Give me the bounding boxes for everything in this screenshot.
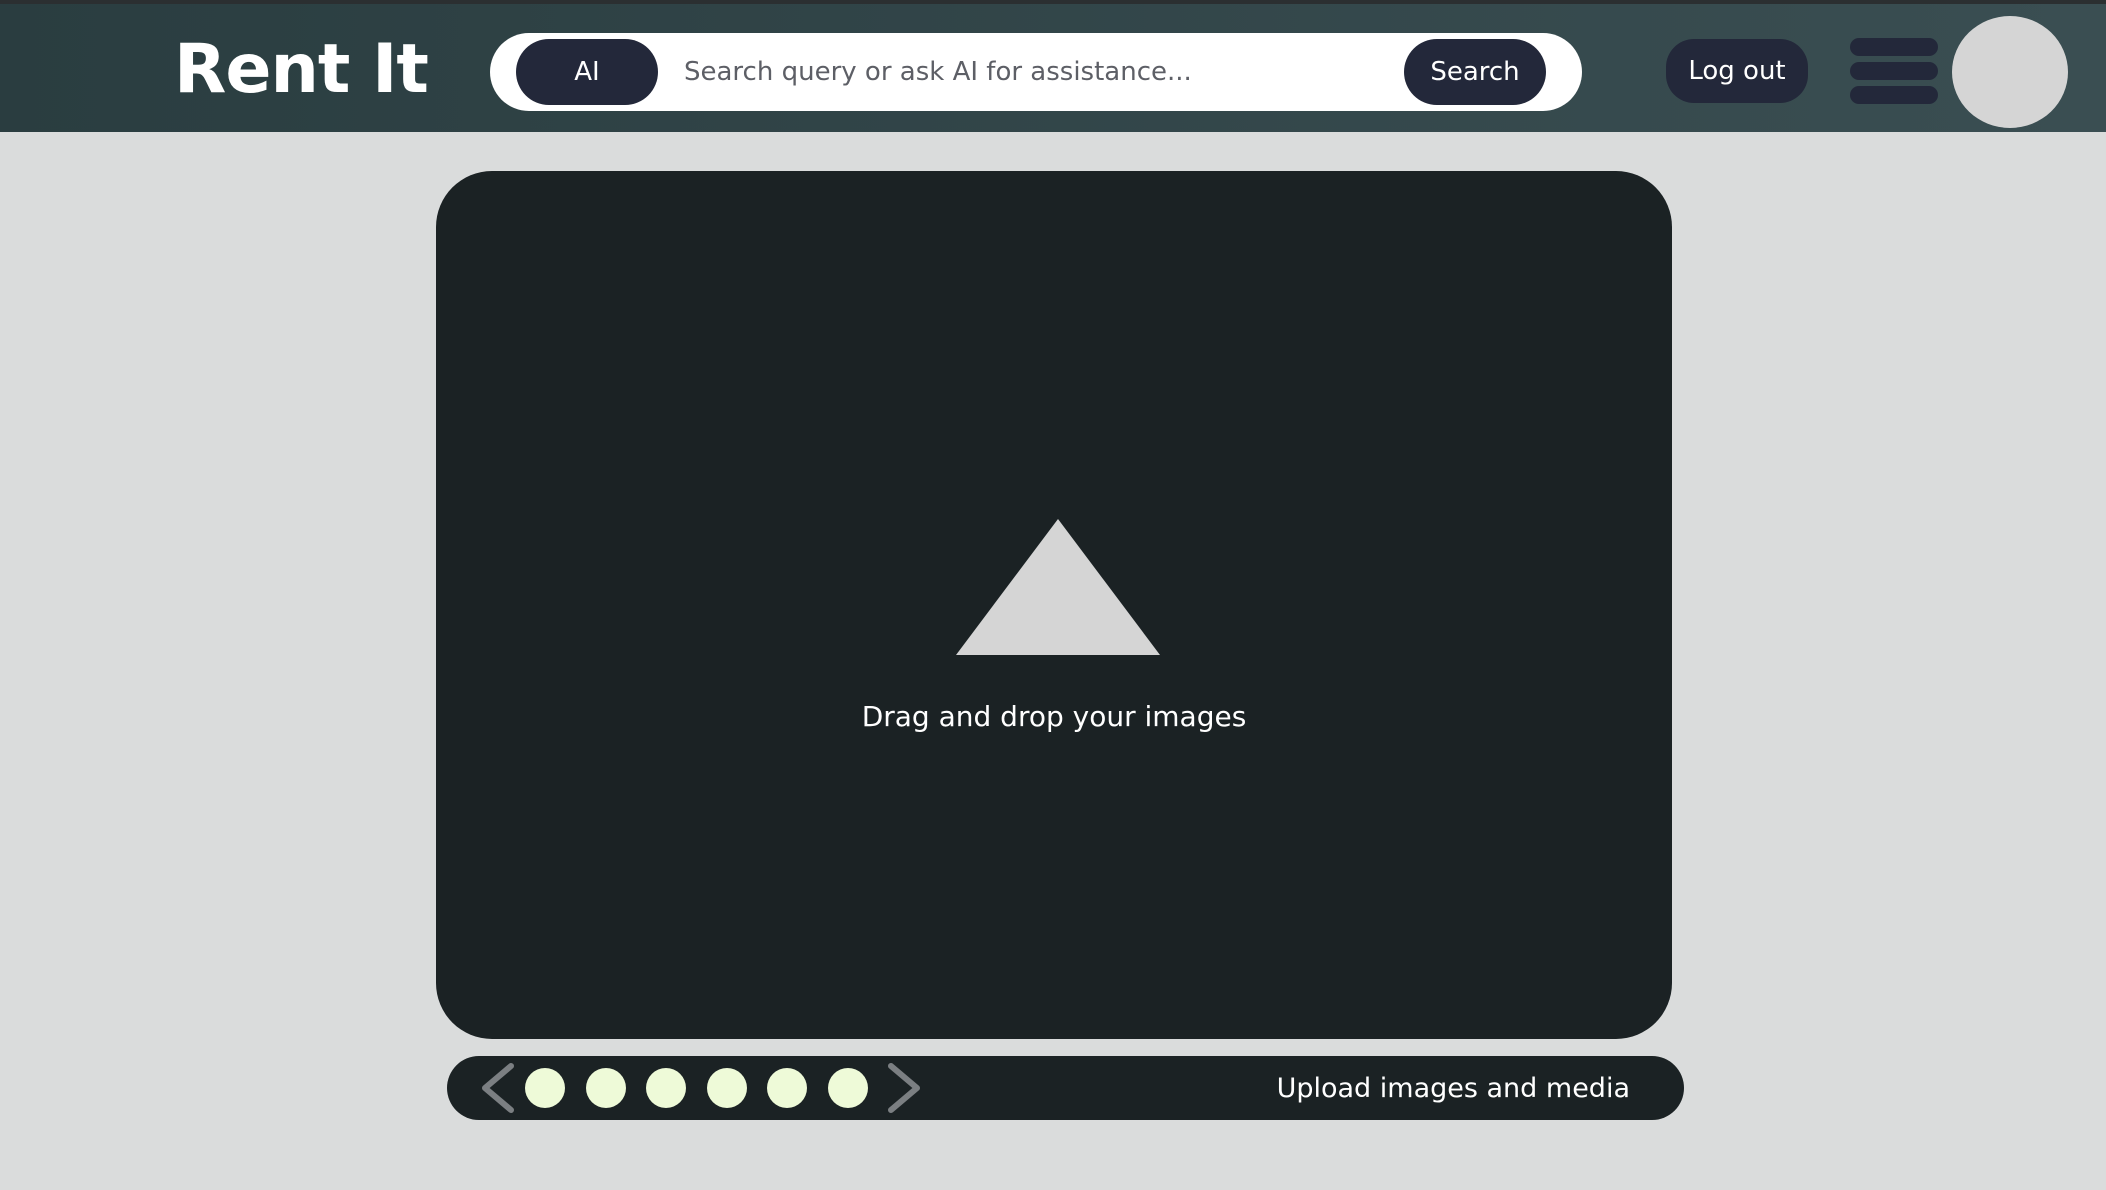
menu-line [1850, 62, 1938, 80]
carousel-dot[interactable] [827, 1068, 868, 1108]
ai-toggle-button[interactable]: AI [516, 39, 658, 105]
search-bar: AI Search [490, 33, 1582, 111]
menu-line [1850, 86, 1938, 104]
logout-button[interactable]: Log out [1666, 39, 1808, 103]
search-input[interactable] [684, 41, 1384, 103]
chevron-left-icon[interactable] [479, 1062, 519, 1114]
top-navigation-bar: Rent It AI Search Log out [0, 0, 2106, 132]
upload-media-button[interactable]: Upload images and media [1277, 1056, 1630, 1120]
search-button[interactable]: Search [1404, 39, 1546, 105]
upload-triangle-icon [956, 519, 1160, 655]
carousel-dot[interactable] [585, 1068, 626, 1108]
dropzone-label: Drag and drop your images [861, 700, 1247, 733]
carousel-dot[interactable] [767, 1068, 807, 1108]
hamburger-menu-icon[interactable] [1850, 38, 1938, 106]
media-carousel-bar: Upload images and media [447, 1056, 1684, 1120]
chevron-right-icon[interactable] [883, 1062, 923, 1114]
menu-line [1850, 38, 1938, 56]
app-logo[interactable]: Rent It [174, 30, 429, 110]
image-dropzone[interactable]: Drag and drop your images [436, 171, 1672, 1039]
carousel-dot[interactable] [706, 1068, 747, 1108]
user-avatar[interactable] [1952, 16, 2068, 128]
carousel-dot[interactable] [525, 1068, 565, 1108]
carousel-dot[interactable] [646, 1068, 686, 1108]
